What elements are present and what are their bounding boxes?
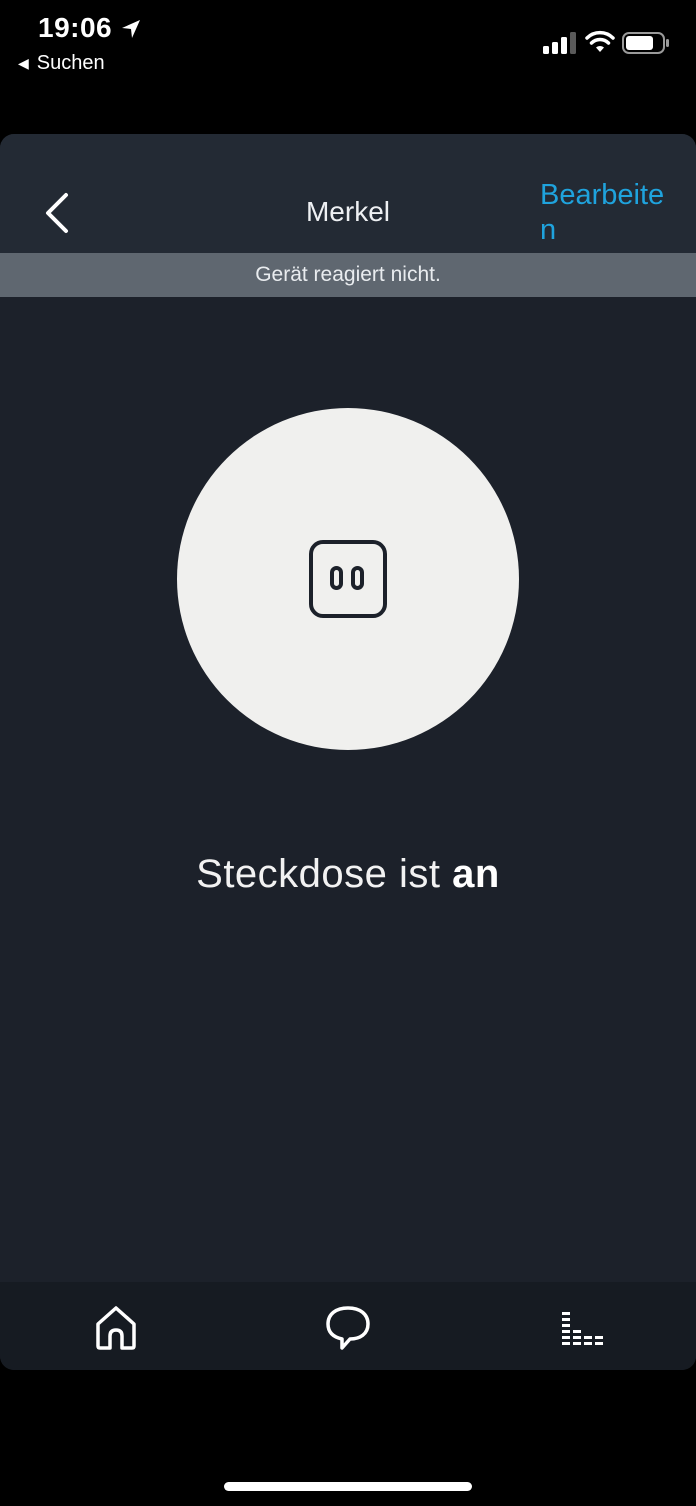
chat-bubble-icon[interactable] xyxy=(322,1302,374,1354)
screen: 19:06 ◀ Suchen Merkel Bearbeiten Gerät r… xyxy=(0,0,696,1506)
status-bar: 19:06 ◀ Suchen xyxy=(0,0,696,90)
equalizer-icon[interactable] xyxy=(556,1302,608,1354)
battery-icon xyxy=(622,32,669,54)
home-indicator[interactable] xyxy=(224,1482,472,1491)
device-state-prefix: Steckdose ist xyxy=(196,852,453,896)
tab-bar xyxy=(0,1282,696,1370)
back-triangle-icon: ◀ xyxy=(18,55,29,71)
wifi-icon xyxy=(585,30,615,52)
location-arrow-icon xyxy=(122,20,140,38)
signal-icon xyxy=(543,32,576,54)
back-to-app-link[interactable]: ◀ Suchen xyxy=(18,52,105,75)
edit-button[interactable]: Bearbeiten xyxy=(540,178,680,248)
home-icon[interactable] xyxy=(90,1302,142,1354)
device-state-value: an xyxy=(452,852,500,896)
app-container: Merkel Bearbeiten Gerät reagiert nicht. … xyxy=(0,134,696,1370)
device-not-responding-banner: Gerät reagiert nicht. xyxy=(0,253,696,297)
navigation-bar: Merkel Bearbeiten xyxy=(0,134,696,253)
device-state-text: Steckdose ist an xyxy=(0,852,696,897)
power-outlet-icon xyxy=(309,540,387,618)
device-toggle-button[interactable] xyxy=(177,408,519,750)
back-app-label: Suchen xyxy=(36,52,105,74)
status-time: 19:06 xyxy=(38,12,113,43)
